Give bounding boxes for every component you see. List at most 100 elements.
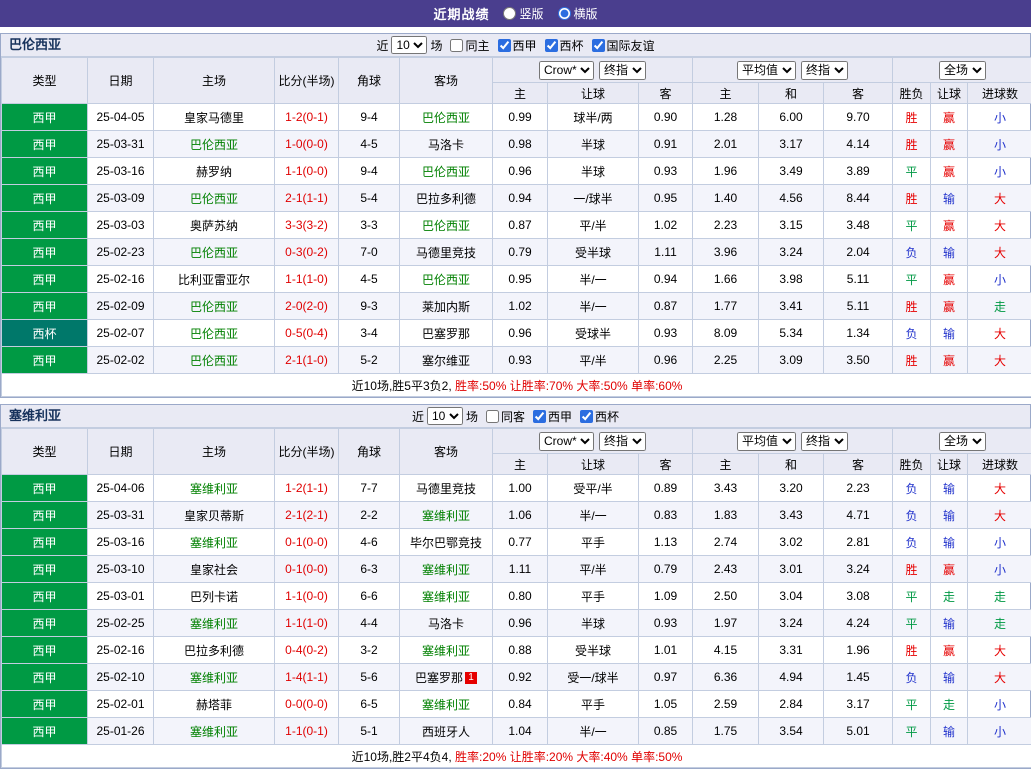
odds-home: 0.92 [493,664,548,691]
col-corner: 角球 [339,58,400,104]
match-date: 25-02-10 [88,664,154,691]
odds-handicap: 平/半 [548,212,639,239]
filter-checkbox[interactable] [592,39,605,52]
result-handicap: 输 [931,502,968,529]
odds-period-select[interactable]: 终指 [599,432,646,451]
avg-home: 1.96 [693,158,759,185]
avg-home: 2.59 [693,691,759,718]
filter-option-西甲[interactable]: 西甲 [533,408,572,425]
avg-source-select[interactable]: 平均值 [737,432,796,451]
home-team-cell: 巴拉多利德 [154,637,275,664]
avg-period-select[interactable]: 终指 [801,61,848,80]
odds-handicap: 半/一 [548,266,639,293]
league-badge: 西甲 [2,347,88,374]
team-name: 巴伦西亚 [9,34,61,56]
away-team-cell: 西班牙人 [400,718,493,745]
radio-input[interactable] [558,7,571,20]
league-badge: 西甲 [2,185,88,212]
home-team-cell: 塞维利亚 [154,664,275,691]
avg-away: 4.24 [824,610,893,637]
away-team-name: 巴伦西亚 [422,111,470,125]
match-row: 西甲25-03-31巴伦西亚1-0(0-0)4-5马洛卡0.98半球0.912.… [2,131,1031,158]
avg-home: 2.25 [693,347,759,374]
avg-select-cell: 平均值终指 [693,429,893,454]
match-date: 25-02-16 [88,266,154,293]
away-team-cell: 毕尔巴鄂竞技 [400,529,493,556]
odds-source-select[interactable]: Crow* [539,432,594,451]
away-team-name: 塞维利亚 [422,644,470,658]
odds-home: 1.11 [493,556,548,583]
filter-checkbox[interactable] [486,410,499,423]
radio-input[interactable] [503,7,516,20]
scope-select[interactable]: 全场 [939,61,986,80]
recent-count-select[interactable]: 10 [427,407,463,425]
away-team-name: 塞尔维亚 [422,354,470,368]
odds-handicap: 平手 [548,529,639,556]
avg-home: 2.01 [693,131,759,158]
col-home: 主场 [154,58,275,104]
scope-select[interactable]: 全场 [939,432,986,451]
away-team-name: 马德里竞技 [416,246,476,260]
filter-label: 西杯 [560,37,584,54]
match-date: 25-02-09 [88,293,154,320]
match-row: 西甲25-03-16赫罗纳1-1(0-0)9-4巴伦西亚0.96半球0.931.… [2,158,1031,185]
result-goals: 走 [968,583,1031,610]
odds-handicap: 平手 [548,691,639,718]
filter-checkbox[interactable] [533,410,546,423]
score: 0-1(0-0) [275,556,339,583]
filter-checkbox[interactable] [498,39,511,52]
avg-home: 1.66 [693,266,759,293]
corners: 5-4 [339,185,400,212]
col-corner: 角球 [339,429,400,475]
filter-label: 同客 [501,408,525,425]
recent-count-select[interactable]: 10 [391,36,427,54]
filter-option-西甲[interactable]: 西甲 [498,37,537,54]
filter-option-同客[interactable]: 同客 [486,408,525,425]
result-goals: 大 [968,185,1031,212]
layout-radio-horizontal[interactable]: 横版 [558,5,598,22]
odds-away: 0.83 [639,502,693,529]
odds-home: 0.96 [493,610,548,637]
avg-period-select[interactable]: 终指 [801,432,848,451]
team-section-1: 巴伦西亚近10场同主西甲西杯国际友谊类型日期主场比分(半场)角球客场Crow*终… [0,33,1031,398]
avg-away: 2.81 [824,529,893,556]
odds-away: 1.02 [639,212,693,239]
result-goals: 小 [968,158,1031,185]
home-team-cell: 赫塔菲 [154,691,275,718]
result-outcome: 胜 [893,293,931,320]
filter-option-国际友谊[interactable]: 国际友谊 [592,37,655,54]
odds-away: 1.09 [639,583,693,610]
odds-source-select[interactable]: Crow* [539,61,594,80]
league-badge: 西甲 [2,502,88,529]
result-outcome: 负 [893,239,931,266]
score: 0-0(0-0) [275,691,339,718]
odds-handicap: 半/一 [548,502,639,529]
layout-radio-vertical[interactable]: 竖版 [503,5,543,22]
match-date: 25-02-01 [88,691,154,718]
odds-home: 0.79 [493,239,548,266]
filter-checkbox[interactable] [580,410,593,423]
filter-option-西杯[interactable]: 西杯 [545,37,584,54]
section-header: 塞维利亚近10场同客西甲西杯 [1,405,1030,428]
home-team-cell: 巴伦西亚 [154,185,275,212]
corners: 3-3 [339,212,400,239]
away-team-cell: 巴伦西亚 [400,158,493,185]
result-goals: 大 [968,637,1031,664]
filter-checkbox[interactable] [450,39,463,52]
corners: 3-4 [339,320,400,347]
filter-option-同主[interactable]: 同主 [450,37,489,54]
filter-checkbox[interactable] [545,39,558,52]
away-team-name: 塞维利亚 [422,563,470,577]
score: 2-1(2-1) [275,502,339,529]
avg-home: 3.96 [693,239,759,266]
odds-handicap: 半球 [548,131,639,158]
odds-period-select[interactable]: 终指 [599,61,646,80]
filter-prefix-label: 近 [376,37,388,54]
avg-source-select[interactable]: 平均值 [737,61,796,80]
odds-handicap: 一/球半 [548,185,639,212]
topbar: 近期战绩 竖版横版 [0,0,1031,27]
result-handicap: 输 [931,320,968,347]
odds-home: 0.87 [493,212,548,239]
filter-option-西杯[interactable]: 西杯 [580,408,619,425]
odds-away: 0.96 [639,347,693,374]
